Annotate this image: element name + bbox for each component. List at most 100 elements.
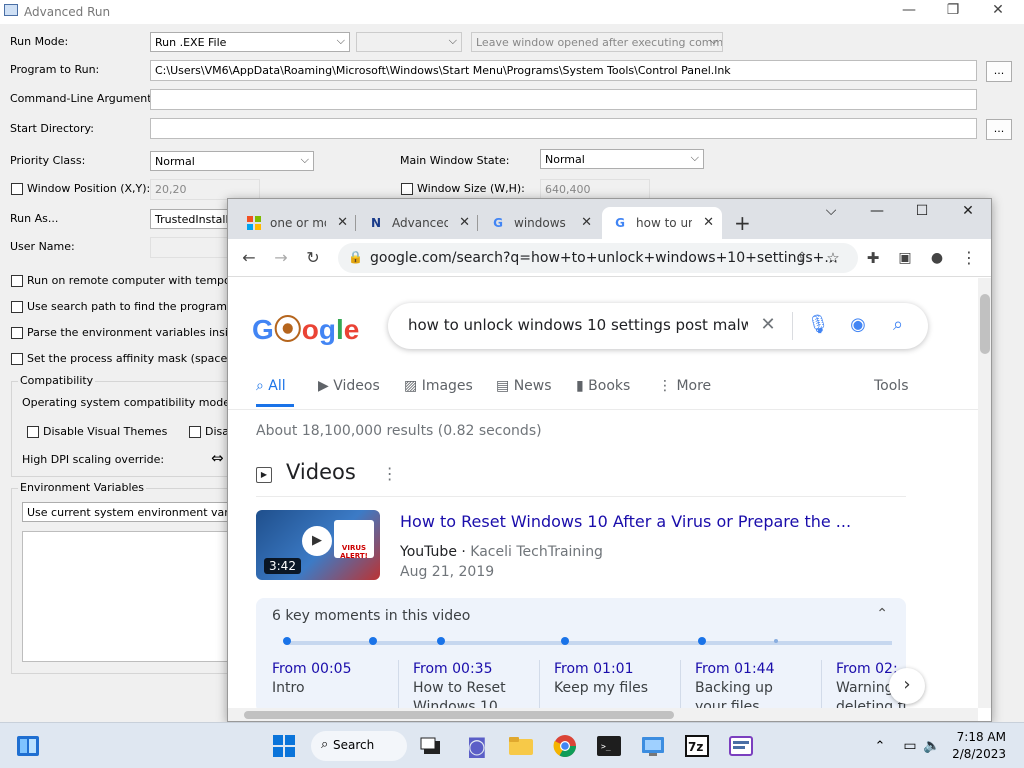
forward-icon[interactable]: → [271, 248, 291, 268]
next-moments-button[interactable]: › [889, 668, 925, 704]
clock-time: 7:18 AM [956, 730, 1006, 744]
scrollbar-thumb[interactable] [244, 711, 674, 719]
moment-marker[interactable] [774, 639, 778, 643]
key-moment[interactable]: From 00:35 How to Reset Windows 10 [413, 660, 543, 708]
moment-marker[interactable] [561, 637, 569, 645]
window-position-checkbox[interactable]: Window Position (X,Y): [11, 182, 150, 195]
profile-avatar-icon[interactable]: ● [927, 248, 947, 268]
environment-select[interactable]: Use current system environment variables [22, 502, 232, 522]
microphone-icon[interactable]: 🎙 [806, 314, 830, 335]
close-tab-icon[interactable]: ✕ [581, 215, 592, 230]
video-title-link[interactable]: How to Reset Windows 10 After a Virus or… [400, 512, 851, 531]
disable-visual-themes-label: Disable Visual Themes [43, 425, 168, 438]
chrome-minimize-button[interactable]: — [862, 203, 892, 225]
scrollbar-thumb[interactable] [980, 294, 990, 354]
chrome-close-button[interactable]: ✕ [953, 203, 983, 225]
maximize-button[interactable]: ❐ [939, 2, 967, 22]
vertical-scrollbar[interactable] [978, 278, 991, 708]
moment-marker[interactable] [437, 637, 445, 645]
close-button[interactable]: ✕ [984, 2, 1012, 22]
search-query[interactable]: how to unlock windows 10 settings post m… [408, 316, 748, 334]
browse-program-button[interactable]: ... [986, 61, 1012, 82]
tab-videos-label: Videos [333, 378, 380, 394]
7zip-icon[interactable]: 7z [683, 732, 711, 760]
tab-how-to-unlock[interactable]: G how to un ✕ [602, 207, 722, 239]
startdir-input[interactable] [150, 118, 977, 139]
address-bar[interactable]: 🔒 google.com/search?q=how+to+unlock+wind… [338, 243, 858, 273]
new-tab-button[interactable]: + [728, 207, 760, 239]
widgets-icon[interactable] [14, 732, 42, 760]
moment-marker[interactable] [283, 637, 291, 645]
cmdline-input[interactable] [150, 89, 977, 110]
video-thumbnail[interactable]: VIRUS ALERT! ▶ 3:42 [256, 510, 380, 580]
advanced-run-taskbar-icon[interactable] [727, 732, 755, 760]
search-path-checkbox[interactable]: Use search path to find the program loca… [11, 300, 257, 313]
volume-icon[interactable]: 🔈 [918, 732, 946, 760]
taskbar-search-box[interactable]: ⌕ Search [311, 731, 407, 761]
tab-all[interactable]: ⌕ All [256, 378, 286, 394]
start-windows-icon[interactable] [270, 732, 298, 760]
task-view-icon[interactable] [417, 732, 445, 760]
tab-books[interactable]: ▮ Books [576, 378, 630, 394]
reload-icon[interactable]: ↻ [303, 248, 323, 268]
tab-windows[interactable]: G windows 1 ✕ [480, 207, 600, 239]
search-icon[interactable]: ⌕ [886, 314, 910, 335]
back-icon[interactable]: ← [239, 248, 259, 268]
moment-marker[interactable] [698, 637, 706, 645]
browse-startdir-button[interactable]: ... [986, 119, 1012, 140]
environment-list[interactable] [22, 531, 232, 662]
affinity-checkbox[interactable]: Set the process affinity mask (space-del… [11, 352, 262, 365]
main-window-state-select[interactable]: Normal ⌵ [540, 149, 704, 169]
parse-env-checkbox[interactable]: Parse the environment variables inside t… [11, 326, 263, 339]
close-tab-icon[interactable]: ✕ [703, 215, 714, 230]
camera-lens-icon[interactable]: ◉ [846, 314, 870, 335]
priority-select[interactable]: Normal ⌵ [150, 151, 314, 171]
run-mode-label: Run Mode: [10, 35, 69, 48]
google-logo[interactable]: G⦿ogle [252, 308, 359, 348]
extensions-icon[interactable]: ✚ [863, 248, 883, 268]
secondary-mode-select: ⌵ [356, 32, 462, 52]
disable-visual-themes-checkbox[interactable]: Disable Visual Themes [27, 425, 167, 438]
horizontal-scrollbar[interactable] [228, 708, 978, 721]
control-panel-icon[interactable] [639, 732, 667, 760]
search-box[interactable]: how to unlock windows 10 settings post m… [388, 303, 928, 349]
tab-news[interactable]: ▤ News [496, 378, 552, 394]
minimize-button[interactable]: — [895, 2, 923, 22]
play-icon: ▶ [302, 526, 332, 556]
chrome-taskbar-icon[interactable] [551, 732, 579, 760]
chrome-maximize-button[interactable]: ☐ [907, 203, 937, 225]
more-options-icon[interactable]: ⋮ [382, 464, 398, 483]
key-moment[interactable]: From 00:05 Intro [272, 660, 402, 708]
close-tab-icon[interactable]: ✕ [337, 215, 348, 230]
clock[interactable]: 7:18 AM 2/8/2023 [952, 729, 1006, 763]
tools-button[interactable]: Tools [874, 378, 909, 394]
key-moment[interactable]: From 01:44 Backing up your files [695, 660, 825, 708]
moment-marker[interactable] [369, 637, 377, 645]
moment-time: From 01:01 [554, 661, 634, 677]
tab-images[interactable]: ▨ Images [404, 378, 473, 394]
bookmark-star-icon[interactable]: ☆ [823, 248, 843, 268]
file-explorer-icon[interactable] [507, 732, 535, 760]
tab-one-or-more[interactable]: one or mo ✕ [236, 207, 356, 239]
tab-videos[interactable]: ▶ Videos [318, 378, 380, 394]
chevron-up-icon[interactable]: ⌃ [866, 732, 894, 760]
terminal-icon[interactable]: >_ [595, 732, 623, 760]
run-as-select[interactable]: TrustedInstaller [150, 209, 230, 229]
window-size-checkbox[interactable]: Window Size (W,H): [401, 182, 525, 195]
teams-chat-icon[interactable]: ◙ [463, 732, 491, 760]
key-moment[interactable]: From 01:01 Keep my files [554, 660, 684, 708]
close-tab-icon[interactable]: ✕ [459, 215, 470, 230]
tab-search-icon[interactable]: ⌵ [816, 203, 846, 225]
program-input[interactable]: C:\Users\VM6\AppData\Roaming\Microsoft\W… [150, 60, 977, 81]
clear-search-icon[interactable]: ✕ [756, 314, 780, 335]
tab-news-label: News [513, 378, 552, 394]
run-mode-select[interactable]: Run .EXE File ⌵ [150, 32, 350, 52]
share-icon[interactable]: ⇪ [792, 248, 812, 268]
side-panel-icon[interactable]: ▣ [895, 248, 915, 268]
tab-divider [355, 215, 356, 231]
kebab-menu-icon[interactable]: ⋮ [959, 248, 979, 268]
tab-more[interactable]: ⋮ More [658, 378, 711, 394]
video-icon: ▶ [256, 467, 272, 483]
chevron-up-icon[interactable]: ⌃ [876, 606, 888, 622]
tab-advancedrun[interactable]: N AdvancedR ✕ [358, 207, 478, 239]
